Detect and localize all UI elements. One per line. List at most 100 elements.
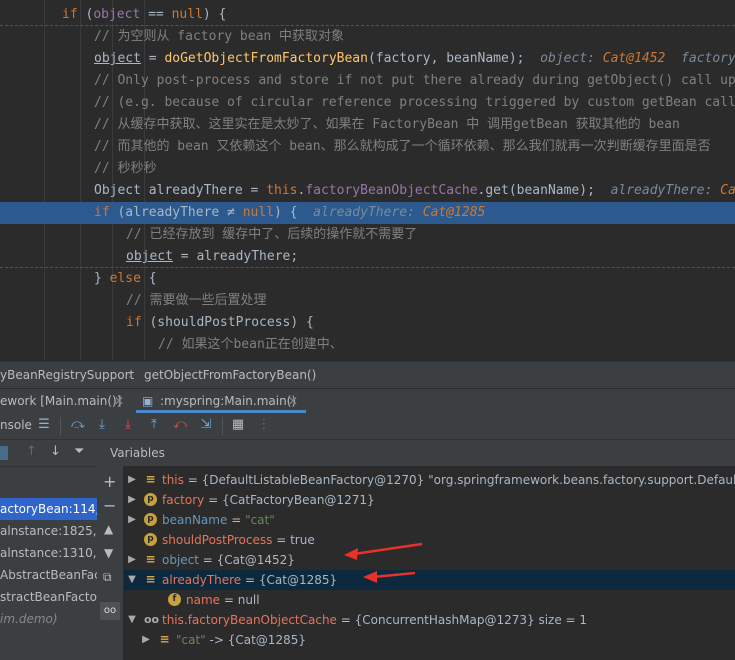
stack-frame[interactable]: alnstance:1310, Ab [0,542,97,564]
code-token: (alreadyThere ≠ [117,205,243,220]
code-line[interactable]: // 而其他的 bean 又依赖这个 bean、那么就构成了一个循环依赖、那么我… [0,136,735,158]
variable-name: "cat" [176,633,206,647]
variable-row[interactable]: ▶ ≡ "cat" -> {Cat@1285} [124,630,735,650]
stack-frame[interactable]: stractBeanFactory [0,586,97,608]
layout-icon[interactable]: ☰ [36,417,52,433]
variable-value: {CatFactoryBean@1271} [221,493,375,507]
settings-icon[interactable]: ⋮ [256,417,272,433]
expand-icon[interactable]: ▶ [126,550,138,570]
parameter-icon: p [144,493,157,506]
collapse-icon[interactable]: ▼ [126,610,138,630]
code-token: object: [540,51,603,66]
code-line[interactable]: // 需要做一些后置处理 [0,290,735,312]
breadcrumb-method[interactable]: getObjectFromFactoryBean() [144,362,316,388]
code-token: if [94,205,118,220]
up-arrow-icon[interactable]: ↑ [26,444,37,459]
variable-value: {ConcurrentHashMap@1273} size = 1 [354,613,588,627]
code-line[interactable]: // 如果这个bean正在创建中、 [0,334,735,356]
code-line[interactable]: } else { [0,268,735,290]
tab-framework-main[interactable]: ework [Main.main()] ✕ [0,389,130,413]
variable-name: shouldPostProcess [162,533,273,547]
expand-icon[interactable]: ▶ [126,470,138,490]
drop-frame-icon[interactable]: ⤺ [172,417,188,433]
code-line[interactable]: if (object == null) { [0,4,735,26]
stack-frame[interactable]: actoryBean:114, Fac [0,498,97,520]
variable-separator: = [272,533,291,547]
annotation-arrow [344,542,423,560]
console-tab[interactable]: nsole [0,418,32,432]
variable-separator: = [227,513,246,527]
variable-name: this.factoryBeanObjectCache [162,613,337,627]
code-editor[interactable]: if (object == null) {// 为空则从 factory bea… [0,0,735,360]
parameter-icon: p [144,513,157,526]
field-icon: f [168,593,181,606]
filter-icon[interactable]: ⏷ [74,444,84,459]
code-token: // 从缓存中获取、这里实在是太妙了、如果在 FactoryBean 中 调用g… [94,117,680,132]
run-to-cursor-icon[interactable]: ⇲ [198,417,214,433]
code-token: // 如果这个bean正在创建中、 [158,337,343,352]
code-line[interactable]: // (e.g. because of circular reference p… [0,92,735,114]
code-line[interactable]: object = doGetObjectFromFactoryBean(fact… [0,48,735,70]
code-line[interactable]: if (shouldPostProcess) { [0,312,735,334]
code-line[interactable]: // 从缓存中获取、这里实在是太妙了、如果在 FactoryBean 中 调用g… [0,114,735,136]
code-token: object [126,249,173,264]
breadcrumb-class[interactable]: yBeanRegistrySupport [0,362,134,388]
expand-icon[interactable]: ▶ [140,630,152,650]
code-token: = alreadyThere; [172,249,299,264]
code-token: else [109,271,141,286]
code-line[interactable]: // 秒秒秒 [0,158,735,180]
code-line[interactable]: // 已经存放到 缓存中了、后续的操作就不需要了 [0,224,735,246]
variable-row[interactable]: ▶ ≡ this = {DefaultListableBeanFactory@127… [124,470,735,490]
variable-separator: = [336,613,355,627]
variable-icon: ≡ [145,572,156,586]
code-line[interactable]: if (alreadyThere ≠ null) { alreadyThere:… [0,202,735,224]
down-arrow-icon[interactable]: ↓ [50,444,61,459]
step-into-icon[interactable]: ⤓ [94,417,110,433]
code-token: alreadyThere: [610,183,721,198]
variable-name: this [162,473,184,487]
remove-watch-icon[interactable]: − [103,496,116,515]
glasses-icon[interactable]: oo [100,602,120,620]
move-up-icon[interactable]: ▲ [104,522,113,536]
variable-row[interactable]: ▶ p beanName = "cat" [124,510,735,530]
thread-selector[interactable] [0,446,8,460]
debug-tab-bar: ework [Main.main()] ✕ ▣ :myspring:Main.m… [0,388,735,414]
code-line[interactable]: // 为空则从 factory bean 中获取对象 [0,26,735,48]
frames-toolbar: ↑ ↓ ⏷ [0,440,97,467]
code-token: // 而其他的 bean 又依赖这个 bean、那么就构成了一个循环依赖、那么我… [94,139,711,154]
code-token: ) { [202,7,227,22]
variable-row[interactable]: ▼ ≡ alreadyThere = {Cat@1285} [124,570,735,590]
force-step-into-icon[interactable]: ⤓ [120,417,136,433]
code-line[interactable]: object = alreadyThere; [0,246,735,268]
add-watch-icon[interactable]: + [103,472,116,491]
move-down-icon[interactable]: ▼ [104,546,113,560]
variable-name: factory [162,493,205,507]
code-line[interactable]: Object alreadyThere = this.factoryBeanOb… [0,180,735,202]
step-over-icon[interactable]: ⤼ [70,417,86,433]
close-icon[interactable]: ✕ [288,389,298,413]
variable-value: -> {Cat@1285} [209,633,306,647]
duplicate-icon[interactable]: ⧉ [103,570,112,585]
stack-frame[interactable]: im.demo) [0,608,97,630]
variable-name: object [162,553,199,567]
variable-value: true [290,533,315,547]
step-out-icon[interactable]: ⤒ [146,417,162,433]
parameter-icon: p [144,533,157,546]
code-token: Cat@1452 [602,51,666,66]
expand-icon[interactable]: ▶ [126,510,138,530]
code-token: // 已经存放到 缓存中了、后续的操作就不需要了 [126,227,418,242]
tab-myspring-main[interactable]: ▣ :myspring:Main.main() ✕ [136,389,306,413]
variable-row[interactable]: ▶ p factory = {CatFactoryBean@1271} [124,490,735,510]
code-line[interactable]: // Only post-process and store if not pu… [0,70,735,92]
variable-separator: = [204,493,222,507]
close-icon[interactable]: ✕ [114,389,124,413]
expand-icon[interactable]: ▶ [126,490,138,510]
frames-panel: ↑ ↓ ⏷ actoryBean:114, Facalnstance:1825,… [0,440,98,660]
variable-row[interactable]: ▼ oo this.factoryBeanObjectCache = {Concur… [124,610,735,630]
evaluate-icon[interactable]: ▦ [230,417,246,433]
stack-frame[interactable]: alnstance:1825, Ab [0,520,97,542]
collapse-icon[interactable]: ▼ [126,570,138,590]
stack-frame[interactable]: AbstractBeanFacto [0,564,97,586]
variable-row[interactable]: f name = null [124,590,735,610]
variable-value: {Cat@1285} [258,573,338,587]
